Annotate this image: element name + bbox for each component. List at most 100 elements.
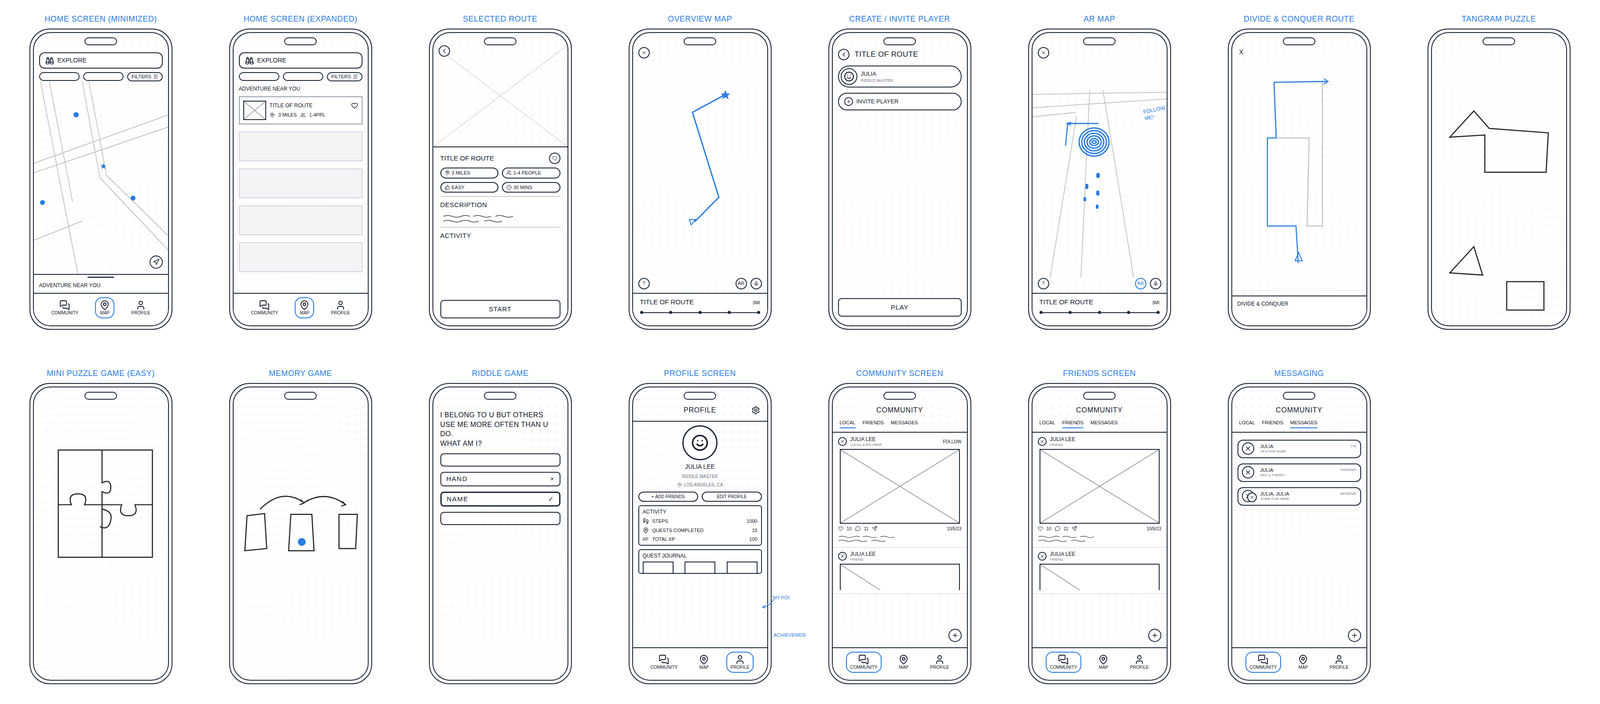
heart-icon[interactable] — [838, 526, 844, 532]
heart-icon[interactable] — [351, 102, 359, 110]
tab[interactable]: FRIENDS — [1262, 419, 1284, 429]
nav-item[interactable]: COMMUNITY — [845, 651, 883, 674]
filter-chip[interactable] — [238, 72, 280, 81]
tab[interactable]: LOCAL — [1039, 419, 1056, 429]
bottom-sheet[interactable]: ADVENTURE NEAR YOU — [33, 274, 169, 293]
puzzle-board[interactable] — [33, 399, 169, 681]
nav-item[interactable]: PROFILE — [127, 297, 155, 319]
divide-conquer-phone: XDIVIDE & CONQUER — [1227, 28, 1371, 330]
message-row[interactable]: JULIAYES FOR SURE2:00 — [1237, 439, 1362, 459]
map[interactable] — [633, 45, 768, 279]
game-board[interactable] — [233, 399, 368, 681]
tab[interactable]: MESSAGES — [1290, 419, 1318, 429]
play-button[interactable]: PLAY — [838, 298, 962, 318]
help-button[interactable]: ? — [638, 278, 650, 290]
route-tag: 3 MILES — [440, 167, 499, 179]
follow-button[interactable]: FOLLOW — [942, 438, 962, 446]
nav-item[interactable]: COMMUNITY — [246, 297, 283, 319]
tab[interactable]: MESSAGES — [1090, 419, 1118, 429]
nav-item[interactable]: PROFILE — [1125, 651, 1154, 674]
settings-icon[interactable] — [751, 406, 761, 415]
ar-button[interactable]: AR — [735, 278, 747, 290]
filter-chip[interactable] — [282, 72, 324, 81]
close-button[interactable] — [1037, 47, 1050, 59]
nav-item[interactable]: MAP — [1093, 651, 1114, 674]
nav-item[interactable]: MAP — [893, 651, 914, 674]
tab[interactable]: LOCAL — [839, 419, 856, 429]
mic-button[interactable] — [750, 278, 762, 290]
annotation-arrow-icon — [760, 598, 775, 610]
map-pin[interactable] — [40, 200, 45, 206]
search-bar[interactable]: EXPLORE — [238, 52, 363, 69]
nav-item[interactable]: MAP — [294, 297, 315, 319]
tag-icon — [506, 170, 512, 176]
nav-item[interactable]: COMMUNITY — [47, 297, 84, 319]
comment-icon[interactable] — [855, 526, 861, 532]
puzzle-board[interactable] — [1431, 45, 1567, 326]
nav-item[interactable]: PROFILE — [726, 651, 755, 674]
message-row[interactable]: JULIASEE U THERE?THURSDAY — [1237, 463, 1362, 483]
notch — [84, 37, 118, 46]
nav-item[interactable]: MAP — [1293, 651, 1313, 674]
tab[interactable]: LOCAL — [1239, 419, 1256, 429]
nav-item[interactable]: PROFILE — [1325, 651, 1354, 674]
mic-button[interactable] — [1149, 278, 1162, 290]
player-row[interactable]: JULIARIDDLE MASTER — [838, 65, 962, 88]
new-post-button[interactable] — [1347, 629, 1362, 643]
nav-item[interactable]: COMMUNITY — [1245, 651, 1282, 674]
nav-item[interactable]: MAP — [694, 651, 714, 674]
heart-icon[interactable] — [1037, 526, 1044, 532]
back-button[interactable] — [438, 45, 451, 57]
ar-view[interactable]: FOLLOW ME! — [1032, 45, 1167, 279]
nav-item[interactable]: MAP — [95, 297, 115, 319]
message-row[interactable]: JULIA, JULIASOME FUN HERESATURDAY — [1237, 487, 1362, 506]
map-pin[interactable] — [73, 112, 79, 118]
help-button[interactable]: ? — [1037, 278, 1050, 290]
map[interactable] — [33, 81, 169, 275]
map[interactable]: X — [1232, 45, 1367, 296]
answer-option[interactable]: HAND× — [440, 472, 561, 487]
route-card[interactable]: TITLE OF ROUTE3 MILES1-4PPL — [238, 96, 363, 125]
new-post-button[interactable] — [1148, 629, 1162, 643]
locate-button[interactable] — [149, 255, 163, 269]
nav-item[interactable]: PROFILE — [326, 297, 355, 319]
nav-item[interactable]: PROFILE — [926, 651, 954, 674]
favorite-button[interactable] — [549, 152, 561, 165]
post[interactable]: JULIA LEELOCAL EXPLORERFOLLOW101110/5/23 — [832, 432, 967, 548]
share-icon[interactable] — [1071, 526, 1077, 532]
binoculars-icon — [45, 56, 55, 66]
start-button[interactable]: START — [440, 300, 561, 319]
add-friends-button[interactable]: + ADD FRIENDS — [638, 491, 699, 502]
screen-title: PROFILE SCREEN — [663, 367, 736, 380]
route-tag: EASY — [440, 182, 499, 194]
comment-icon[interactable] — [1054, 526, 1061, 532]
activity-card: ACTIVITYSTEPS1000QUESTS COMPLETED10XPTOT… — [638, 505, 762, 546]
filter-chip[interactable] — [39, 72, 80, 81]
notch — [1482, 37, 1516, 46]
answer-option[interactable] — [440, 512, 561, 526]
quest-journal[interactable]: QUEST JOURNAL — [638, 549, 762, 575]
filter-chip[interactable] — [83, 72, 124, 81]
post[interactable]: JULIA LEEFRIEND — [1032, 547, 1167, 595]
answer-option[interactable] — [440, 453, 561, 467]
tab[interactable]: FRIENDS — [862, 419, 884, 429]
new-post-button[interactable] — [948, 629, 962, 643]
answer-option[interactable]: NAME✓ — [440, 491, 561, 508]
back-button[interactable] — [838, 48, 850, 61]
post[interactable]: JULIA LEEFRIEND — [832, 547, 967, 595]
map-pin[interactable] — [130, 195, 136, 201]
share-icon[interactable] — [871, 526, 878, 532]
filters-button[interactable]: FILTERS — [127, 72, 163, 82]
tab[interactable]: FRIENDS — [1062, 419, 1084, 429]
search-bar[interactable]: EXPLORE — [39, 52, 163, 69]
post[interactable]: JULIA LEEFRIEND101110/5/23 — [1032, 432, 1167, 548]
nav-item[interactable]: COMMUNITY — [646, 651, 683, 674]
ar-button[interactable]: AR — [1135, 278, 1147, 290]
nav-item[interactable]: COMMUNITY — [1045, 651, 1082, 674]
invite-player-button[interactable]: INVITE PLAYER — [838, 92, 962, 111]
close-button[interactable]: X — [1239, 47, 1244, 58]
edit-profile-button[interactable]: EDIT PROFILE — [701, 491, 762, 502]
filters-button[interactable]: FILTERS — [326, 72, 363, 82]
close-button[interactable] — [638, 47, 650, 59]
tab[interactable]: MESSAGES — [890, 419, 919, 429]
